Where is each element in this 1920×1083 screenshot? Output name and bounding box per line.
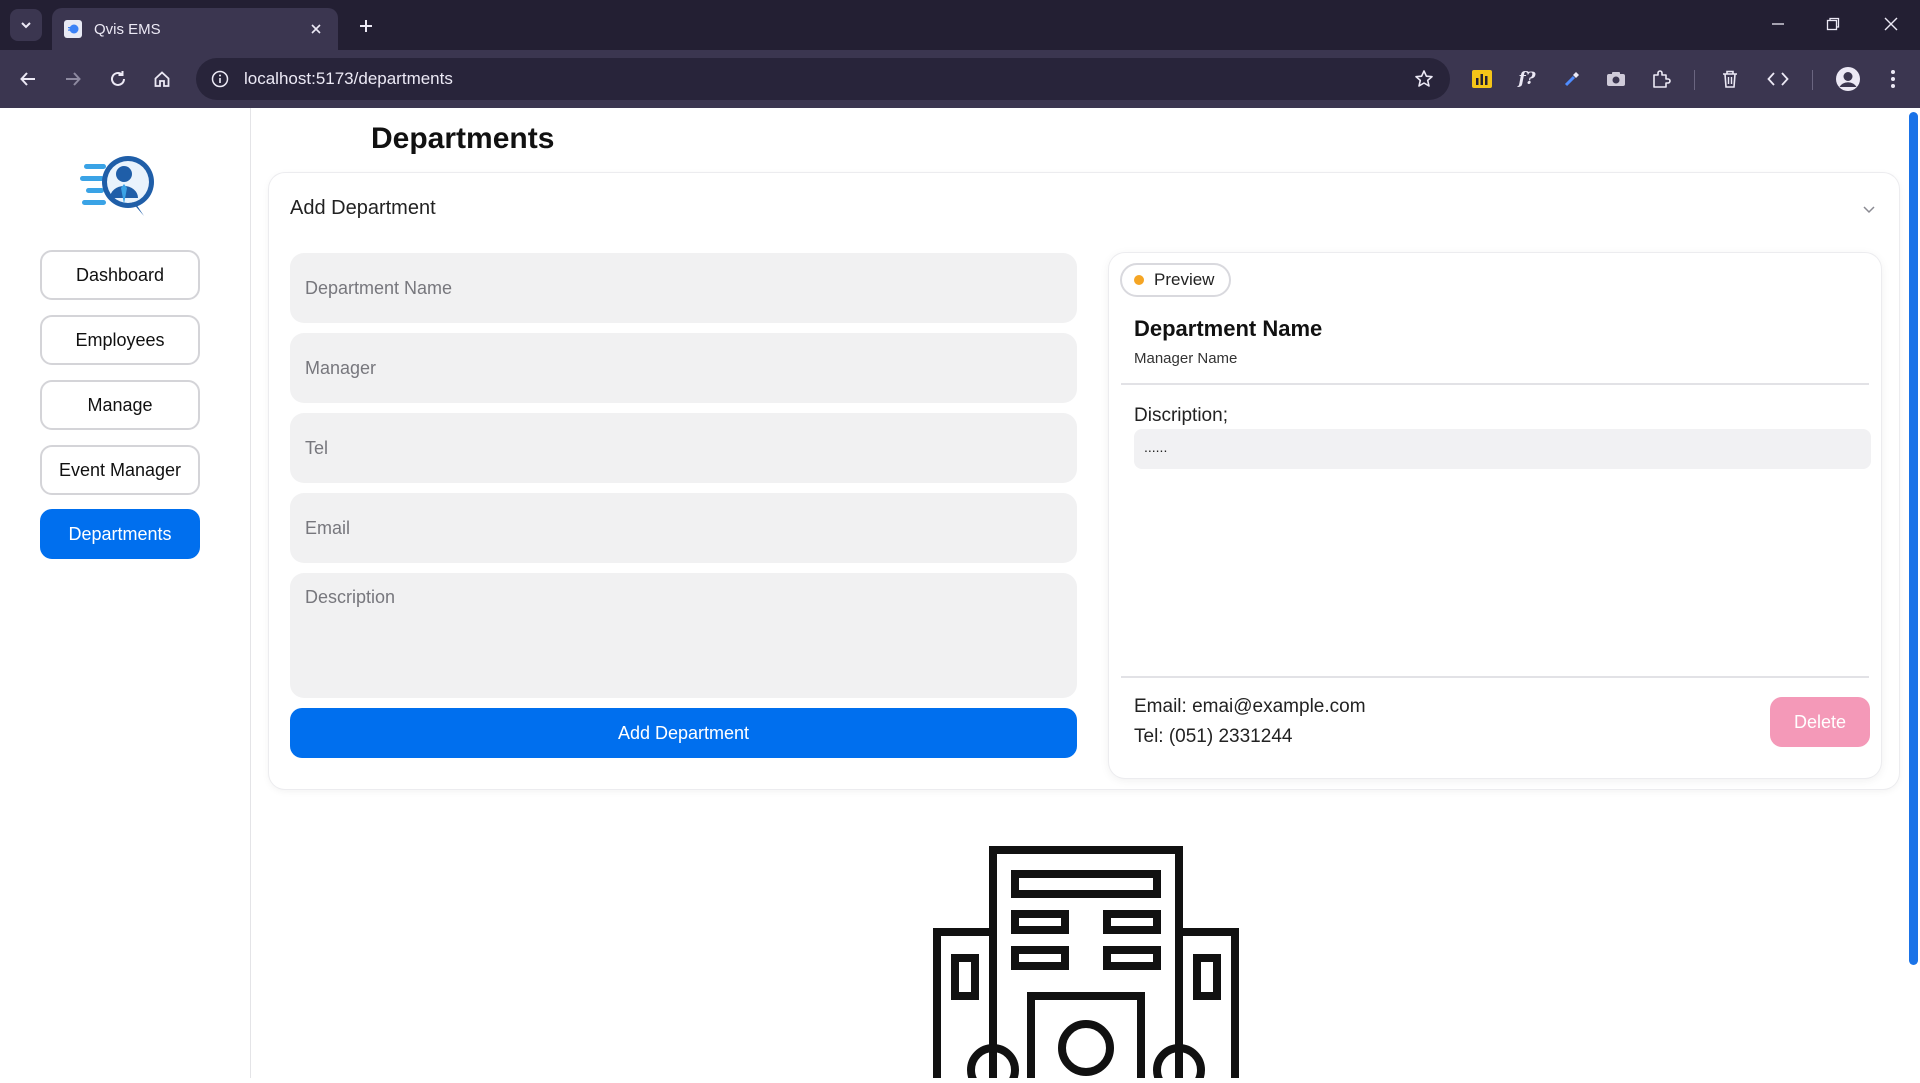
divider [1121, 676, 1869, 678]
app-favicon-icon [64, 20, 82, 38]
arrow-right-icon [66, 72, 81, 86]
preview-email: Email: emai@example.com [1134, 696, 1366, 717]
preview-manager-name: Manager Name [1134, 350, 1238, 367]
sidebar-item-dashboard[interactable]: Dashboard [40, 250, 200, 300]
reload-icon [111, 71, 125, 86]
close-window-button[interactable] [1871, 8, 1911, 40]
extension-chart-icon[interactable] [1466, 63, 1498, 95]
add-department-accordion: Add Department Add Department Preview De… [269, 173, 1899, 789]
close-icon [1884, 17, 1898, 31]
preview-chip-label: Preview [1154, 270, 1215, 289]
manager-field [290, 333, 1077, 403]
tel-input[interactable] [290, 413, 1077, 483]
building-illustration-icon [933, 846, 1239, 1083]
chevron-down-icon [21, 22, 31, 29]
email-input[interactable] [290, 493, 1077, 563]
description-textarea[interactable] [290, 573, 1077, 698]
forward-button[interactable] [57, 63, 89, 95]
arrow-left-icon [20, 72, 35, 86]
reload-button[interactable] [102, 63, 134, 95]
sidebar-item-manage[interactable]: Manage [40, 380, 200, 430]
department-name-field [290, 253, 1077, 323]
preview-department-name: Department Name [1134, 316, 1323, 341]
trash-icon[interactable] [1714, 63, 1746, 95]
toolbar-separator [1694, 70, 1695, 90]
main-content: Departments Add Department Add Departmen… [252, 108, 1902, 1083]
plus-icon [360, 20, 372, 32]
delete-button[interactable]: Delete [1770, 697, 1870, 747]
extension-eyedropper-icon[interactable] [1556, 63, 1588, 95]
tab-title: Qvis EMS [94, 20, 161, 38]
browser-toolbar: localhost:5173/departments f? [0, 50, 1920, 108]
sidebar-item-departments[interactable]: Departments [40, 509, 200, 559]
description-field [290, 573, 1077, 698]
home-button[interactable] [146, 63, 178, 95]
preview-chip: Preview [1120, 263, 1232, 297]
address-bar[interactable]: localhost:5173/departments [196, 58, 1450, 100]
minimize-button[interactable] [1758, 8, 1798, 40]
profile-avatar-icon[interactable] [1832, 63, 1864, 95]
preview-description-label: Discription; [1134, 405, 1228, 426]
back-button[interactable] [12, 63, 44, 95]
minimize-icon [1772, 23, 1784, 25]
sidebar-item-event-manager[interactable]: Event Manager [40, 445, 200, 495]
preview-tel: Tel: (051) 2331244 [1134, 726, 1293, 747]
page-title: Departments [371, 122, 555, 155]
site-info-icon[interactable] [206, 65, 234, 93]
sidebar-item-employees[interactable]: Employees [40, 315, 200, 365]
status-dot [1134, 275, 1144, 285]
url-text[interactable]: localhost:5173/departments [244, 69, 1408, 89]
extensions-puzzle-icon[interactable] [1645, 63, 1677, 95]
tel-field [290, 413, 1077, 483]
extension-font-icon[interactable]: f? [1511, 63, 1543, 95]
restore-icon [1826, 17, 1840, 31]
code-icon[interactable] [1762, 63, 1794, 95]
chevron-down-icon[interactable] [1861, 201, 1877, 217]
preview-description-value: ...... [1134, 429, 1871, 469]
department-name-input[interactable] [290, 253, 1077, 323]
department-preview-card: Preview Department Name Manager Name Dis… [1109, 253, 1881, 778]
new-tab-button[interactable] [352, 12, 380, 40]
browser-tab-strip: Qvis EMS [0, 0, 1920, 50]
app-logo-icon [80, 152, 158, 220]
home-icon [154, 71, 170, 87]
bookmark-star-icon[interactable] [1408, 63, 1440, 95]
toolbar-separator [1812, 70, 1813, 90]
browser-menu-icon[interactable] [1877, 63, 1909, 95]
manager-input[interactable] [290, 333, 1077, 403]
add-department-button[interactable]: Add Department [290, 708, 1077, 758]
sidebar: Dashboard Employees Manage Event Manager… [0, 108, 251, 1078]
divider [1121, 383, 1869, 385]
close-tab-icon[interactable] [306, 19, 326, 39]
restore-button[interactable] [1813, 8, 1853, 40]
accordion-title[interactable]: Add Department [290, 197, 436, 220]
extension-camera-icon[interactable] [1600, 63, 1632, 95]
email-field [290, 493, 1077, 563]
browser-tab[interactable]: Qvis EMS [52, 8, 338, 50]
scrollbar-thumb[interactable] [1909, 112, 1918, 965]
tab-search-button[interactable] [10, 9, 42, 41]
